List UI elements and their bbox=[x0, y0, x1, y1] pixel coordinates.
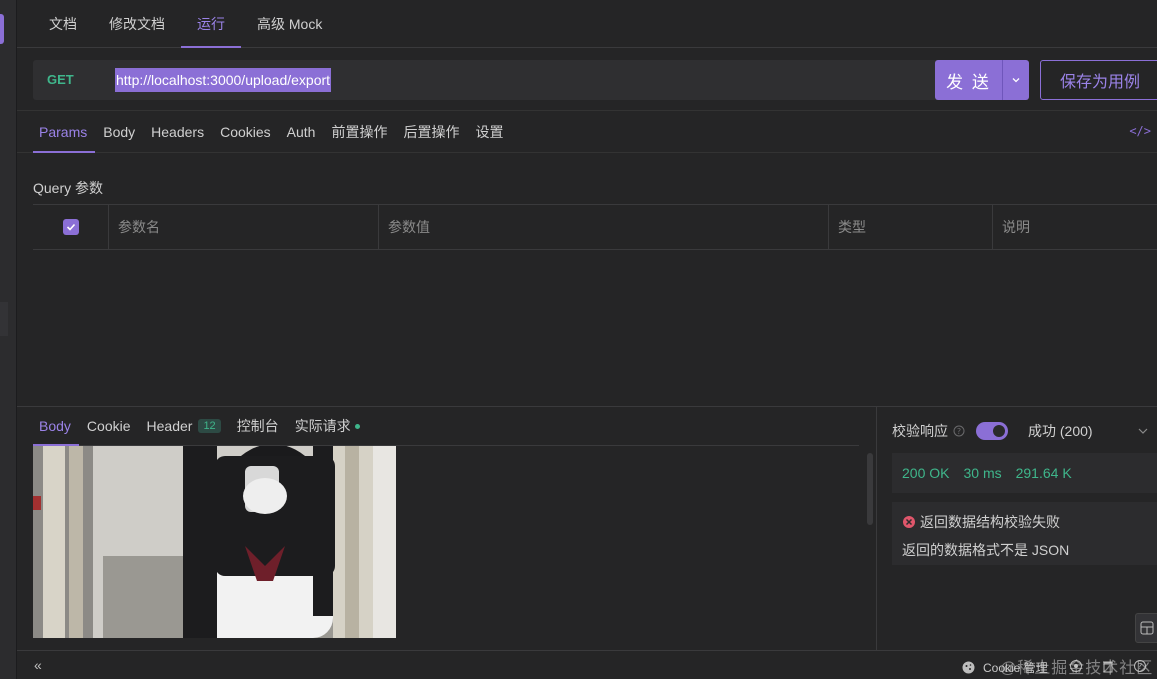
request-tab-bar: Params Body Headers Cookies Auth 前置操作 后置… bbox=[17, 112, 1157, 153]
response-tab-header[interactable]: Header 12 bbox=[139, 407, 229, 445]
collapse-sidebar-icon[interactable]: « bbox=[34, 657, 42, 673]
error-title-row: 返回数据结构校验失败 bbox=[902, 512, 1157, 532]
code-icon[interactable]: </> bbox=[1129, 124, 1151, 138]
chevron-down-icon[interactable] bbox=[1137, 425, 1149, 437]
cookie-icon bbox=[962, 661, 975, 674]
status-bar: « Cookie 管理 ? @稀土掘金技术社区 bbox=[17, 650, 1157, 679]
left-rail bbox=[0, 0, 17, 679]
validation-result[interactable]: 成功 (200) bbox=[1028, 421, 1093, 441]
response-tab-actual-request[interactable]: 实际请求 bbox=[287, 407, 368, 445]
response-panel: Body Cookie Header 12 控制台 实际请求 bbox=[17, 407, 877, 650]
column-header-type: 类型 bbox=[829, 205, 993, 249]
validation-toggle[interactable] bbox=[976, 422, 1008, 440]
status-dot bbox=[354, 423, 360, 429]
response-image-preview bbox=[33, 446, 396, 638]
validation-error-box: 返回数据结构校验失败 返回的数据格式不是 JSON bbox=[892, 502, 1157, 565]
chevron-down-icon bbox=[1012, 78, 1020, 83]
check-icon bbox=[66, 223, 75, 231]
tab-docs[interactable]: 文档 bbox=[33, 0, 93, 47]
status-code: 200 OK bbox=[902, 465, 950, 481]
select-all-checkbox[interactable] bbox=[62, 219, 79, 235]
response-time: 30 ms bbox=[963, 465, 1002, 481]
send-button[interactable]: 发 送 bbox=[935, 60, 1029, 100]
svg-text:?: ? bbox=[957, 427, 961, 436]
tab-params[interactable]: Params bbox=[33, 112, 96, 153]
layout-toggle-button[interactable] bbox=[1135, 613, 1157, 643]
tab-pre-operations[interactable]: 前置操作 bbox=[323, 112, 395, 152]
save-as-case-button[interactable]: 保存为用例 bbox=[1040, 60, 1157, 100]
column-header-name: 参数名 bbox=[109, 205, 379, 249]
tab-edit-docs[interactable]: 修改文档 bbox=[93, 0, 181, 47]
error-circle-icon bbox=[903, 516, 915, 528]
validation-label: 校验响应 bbox=[892, 423, 948, 439]
url-input[interactable]: http://localhost:3000/upload/export bbox=[115, 68, 332, 92]
response-tab-bar: Body Cookie Header 12 控制台 实际请求 bbox=[33, 407, 859, 446]
column-header-description: 说明 bbox=[1002, 219, 1030, 235]
response-tab-header-label: Header bbox=[146, 418, 193, 434]
validation-panel: 校验响应 ? 成功 (200) 200 OK 30 ms 291.64 K 返回… bbox=[877, 407, 1157, 650]
tab-run[interactable]: 运行 bbox=[181, 0, 241, 48]
response-size: 291.64 K bbox=[1015, 465, 1072, 481]
tab-headers[interactable]: Headers bbox=[143, 112, 212, 152]
tab-post-operations[interactable]: 后置操作 bbox=[395, 112, 467, 152]
response-tab-cookie[interactable]: Cookie bbox=[79, 407, 139, 445]
tab-advanced-mock[interactable]: 高级 Mock bbox=[241, 0, 338, 47]
error-title: 返回数据结构校验失败 bbox=[920, 514, 1060, 530]
rail-active-marker bbox=[0, 14, 4, 44]
request-url-row: GET http://localhost:3000/upload/export … bbox=[17, 48, 1157, 111]
response-tab-body[interactable]: Body bbox=[33, 407, 79, 446]
response-scrollbar[interactable] bbox=[867, 453, 873, 525]
rail-handle[interactable] bbox=[0, 302, 8, 336]
url-bar[interactable]: GET http://localhost:3000/upload/export bbox=[33, 60, 941, 100]
tab-body[interactable]: Body bbox=[95, 112, 143, 152]
select-all-cell bbox=[33, 205, 109, 249]
validation-row: 校验响应 ? 成功 (200) bbox=[892, 421, 1093, 441]
query-params-title: Query 参数 bbox=[33, 180, 104, 196]
http-method[interactable]: GET bbox=[47, 60, 74, 100]
error-message: 返回的数据格式不是 JSON bbox=[902, 542, 1070, 558]
watermark-text: @稀土掘金技术社区 bbox=[1000, 660, 1154, 677]
question-circle-icon[interactable]: ? bbox=[953, 425, 965, 437]
tab-settings[interactable]: 设置 bbox=[467, 112, 511, 152]
tab-auth[interactable]: Auth bbox=[279, 112, 324, 152]
header-count-badge: 12 bbox=[198, 419, 221, 433]
top-tab-bar: 文档 修改文档 运行 高级 Mock bbox=[17, 0, 1157, 48]
column-header-value: 参数值 bbox=[379, 205, 829, 249]
response-tab-console[interactable]: 控制台 bbox=[229, 407, 287, 445]
response-status-box: 200 OK 30 ms 291.64 K bbox=[892, 453, 1157, 493]
layout-icon bbox=[1140, 621, 1154, 635]
send-button-label[interactable]: 发 送 bbox=[935, 60, 1002, 100]
tab-cookies[interactable]: Cookies bbox=[212, 112, 279, 152]
send-dropdown[interactable] bbox=[1003, 60, 1029, 100]
params-table-header: 参数名 参数值 类型 说明 bbox=[33, 204, 1157, 250]
photo-image bbox=[33, 446, 396, 638]
response-tab-actual-request-label: 实际请求 bbox=[294, 418, 351, 434]
